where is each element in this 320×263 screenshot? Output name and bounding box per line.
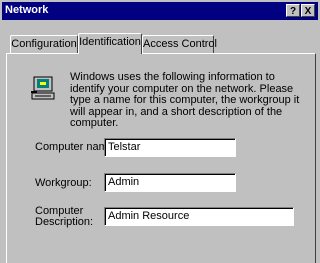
tab-identification[interactable]: Identification	[78, 33, 142, 54]
tab-configuration[interactable]: Configuration	[10, 35, 78, 53]
tab-configuration-label: Configuration	[11, 38, 77, 50]
help-button[interactable]: ?	[286, 4, 300, 17]
network-dialog: Network ? X Configuration Identification…	[0, 0, 320, 263]
tab-access-control[interactable]: Access Control	[142, 35, 217, 53]
title-bar[interactable]: Network ? X	[2, 2, 318, 20]
close-button[interactable]: X	[301, 4, 315, 17]
tab-identification-label: Identification	[79, 36, 141, 48]
identification-panel	[6, 53, 316, 263]
tab-access-control-label: Access Control	[143, 38, 217, 50]
window-title: Network	[5, 4, 49, 16]
